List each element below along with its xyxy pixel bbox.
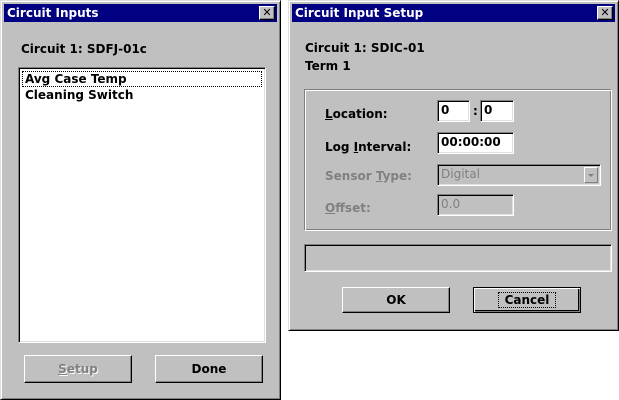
title-bar[interactable]: Circuit Input Setup ✕ [292, 4, 615, 22]
term-label: Term 1 [305, 59, 351, 73]
setup-button[interactable]: Setup [24, 355, 132, 383]
setup-mnemonic: S [58, 362, 67, 376]
sensor-type-label: Sensor Type: [325, 169, 412, 183]
sensor-type-label-pre: Sensor [325, 169, 376, 183]
window-title: Circuit Inputs [7, 6, 99, 20]
log-interval-label-rest: nterval: [358, 140, 412, 154]
sensor-type-mnemonic: T [375, 169, 383, 183]
chevron-down-icon[interactable] [584, 167, 598, 183]
location-mnemonic: L [325, 107, 333, 121]
sensor-type-select[interactable]: Digital [437, 164, 601, 186]
location-label-rest: ocation: [332, 107, 388, 121]
location-input-a[interactable]: 0 [437, 100, 470, 122]
close-icon[interactable]: ✕ [597, 6, 613, 20]
cancel-button[interactable]: Cancel [473, 287, 581, 313]
list-item[interactable]: Avg Case Temp [22, 71, 262, 87]
list-item[interactable]: Cleaning Switch [22, 87, 133, 103]
input-list[interactable]: Avg Case Temp Cleaning Switch [18, 67, 266, 343]
offset-mnemonic: O [325, 201, 336, 215]
close-icon[interactable]: ✕ [259, 6, 275, 20]
offset-input[interactable]: 0.0 [437, 194, 514, 216]
sensor-type-value: Digital [441, 167, 480, 181]
location-label: Location: [325, 107, 388, 121]
offset-label: Offset: [325, 201, 371, 215]
cancel-label: Cancel [497, 292, 557, 308]
log-interval-label: Log Interval: [325, 140, 411, 154]
ok-button[interactable]: OK [342, 287, 450, 313]
log-interval-label-pre: Log [325, 140, 354, 154]
offset-label-rest: ffset: [335, 201, 371, 215]
circuit-input-setup-window: Circuit Input Setup ✕ Circuit 1: SDIC-01… [288, 0, 619, 331]
window-title: Circuit Input Setup [295, 6, 424, 20]
title-bar[interactable]: Circuit Inputs ✕ [4, 4, 277, 22]
status-bar [304, 244, 612, 272]
circuit-inputs-window: Circuit Inputs ✕ Circuit 1: SDFJ-01c Avg… [0, 0, 281, 400]
setup-button-rest: etup [66, 362, 98, 376]
location-separator: : [473, 104, 478, 118]
log-interval-input[interactable]: 00:00:00 [437, 132, 514, 154]
circuit-label: Circuit 1: SDFJ-01c [21, 42, 147, 56]
done-button[interactable]: Done [155, 355, 263, 383]
circuit-label: Circuit 1: SDIC-01 [305, 41, 425, 55]
sensor-type-label-rest: ype: [382, 169, 412, 183]
location-input-b[interactable]: 0 [480, 100, 514, 122]
